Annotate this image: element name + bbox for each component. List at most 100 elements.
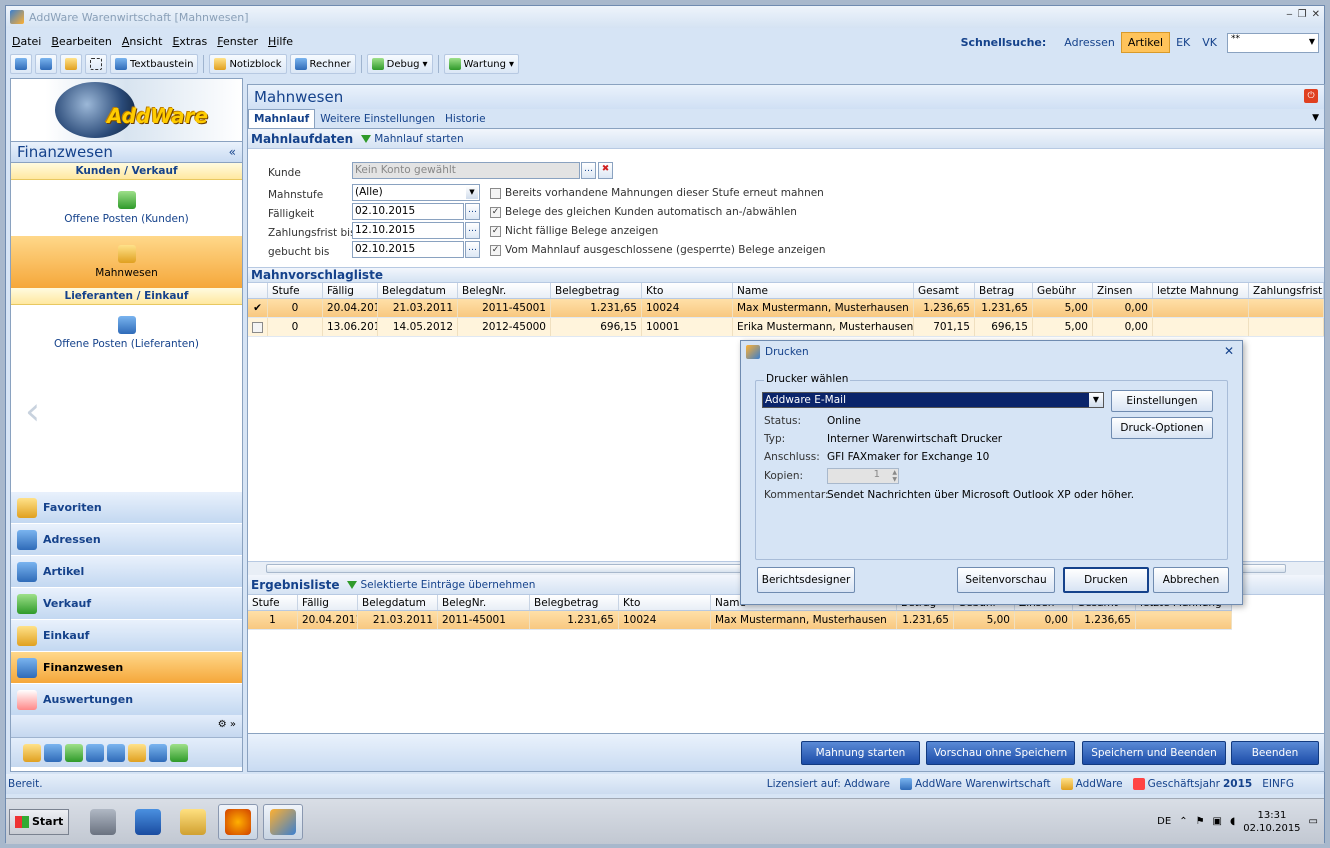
dunning-small-icon[interactable] [23,743,41,762]
minimize-icon[interactable]: ‒ [1286,9,1292,20]
drucken-button[interactable]: Drucken [1063,567,1149,593]
col-gesamt[interactable]: Gesamt [914,283,975,298]
show-desktop-icon[interactable]: ▭ [1309,816,1318,827]
close-icon[interactable]: ✕ [1224,344,1234,358]
quick-ek[interactable]: EK [1170,33,1196,52]
checkbox-box[interactable]: ✓ [490,206,501,218]
sidebar-item-offene-posten-kunden[interactable]: Offene Posten (Kunden) [11,180,242,236]
kopien-spinner[interactable]: 1 ▲ ▼ [827,468,899,484]
selektierte-uebernehmen-button[interactable]: Selektierte Einträge übernehmen [347,579,535,591]
checkbox-box[interactable]: ✓ [490,244,501,256]
abbrechen-button[interactable]: Abbrechen [1153,567,1229,593]
nav-favoriten[interactable]: Favoriten [11,491,242,523]
menu-ansicht[interactable]: Ansicht [122,35,163,48]
col-faellig[interactable]: Fällig [298,595,358,610]
notizblock-button[interactable]: Notizblock [209,54,287,74]
network-icon[interactable]: ▣ [1213,816,1222,827]
col-kto[interactable]: Kto [619,595,711,610]
tray-expand-icon[interactable]: ⌃ [1179,816,1187,827]
taskbar-palm-app[interactable] [218,803,259,840]
beenden-button[interactable]: Beenden [1231,741,1319,765]
checkbox-box[interactable] [252,322,263,333]
col-stufe[interactable]: Stufe [248,595,298,610]
checkbox-nicht-faellige[interactable]: ✓ Nicht fällige Belege anzeigen [490,225,658,237]
textbausteine-button[interactable]: Textbaustein [110,54,199,74]
menu-fenster[interactable]: Fenster [217,35,258,48]
money-small-icon[interactable] [65,743,83,762]
checkbox-box[interactable]: ✓ [490,225,501,237]
row-checkbox[interactable] [248,318,268,336]
date-picker-button[interactable]: … [465,203,480,220]
clock[interactable]: 13:31 02.10.2015 [1243,809,1300,835]
faelligkeit-input[interactable]: 02.10.2015 [352,203,464,220]
printer-select[interactable]: Addware E-Mail ▼ [762,392,1104,408]
export-small-icon[interactable] [170,743,188,762]
quick-artikel[interactable]: Artikel [1120,32,1171,53]
speichern-beenden-button[interactable]: Speichern und Beenden [1082,741,1226,765]
col-gebuehr[interactable]: Gebühr [1033,283,1093,298]
pin-button[interactable] [10,54,32,74]
row-checkbox[interactable]: ✔ [248,299,268,317]
table-row[interactable]: 1 20.04.2011 21.03.2011 2011-45001 1.231… [248,611,1232,630]
vorschau-button[interactable]: Vorschau ohne Speichern [926,741,1075,765]
taskbar-powershell[interactable] [128,804,168,840]
menu-hilfe[interactable]: Hilfe [268,35,293,48]
collapse-icon[interactable]: « [229,145,236,159]
nav-artikel[interactable]: Artikel [11,555,242,587]
col-letzte-mahnung[interactable]: letzte Mahnung [1153,283,1249,298]
col-belegnr[interactable]: BelegNr. [438,595,530,610]
col-stufe[interactable]: Stufe [268,283,323,298]
col-belegdatum[interactable]: Belegdatum [358,595,438,610]
nav-adressen[interactable]: Adressen [11,523,242,555]
language-indicator[interactable]: DE [1157,816,1171,827]
table-row[interactable]: 0 13.06.2012 14.05.2012 2012-45000 696,1… [248,318,1324,337]
col-kto[interactable]: Kto [642,283,733,298]
quick-adressen[interactable]: Adressen [1058,33,1121,52]
select-button[interactable] [85,54,107,74]
rechner-button[interactable]: Rechner [289,54,356,74]
col-belegdatum[interactable]: Belegdatum [378,283,458,298]
druck-optionen-button[interactable]: Druck-Optionen [1111,417,1213,439]
wartung-button[interactable]: Wartung ▾ [443,54,520,74]
tab-mahnlauf[interactable]: Mahnlauf [248,109,316,128]
col-belegnr[interactable]: BelegNr. [458,283,551,298]
zahlungsfrist-input[interactable]: 12.10.2015 [352,222,464,239]
quick-search-input[interactable]: ** ▼ [1227,32,1319,53]
clear-icon[interactable]: ✖ [598,162,613,179]
checkbox-gesperrte[interactable]: ✓ Vom Mahnlauf ausgeschlossene (gesperrte… [490,244,826,256]
sidebar-item-mahnwesen[interactable]: Mahnwesen [11,236,242,288]
sidebar-item-offene-posten-lieferanten[interactable]: Offene Posten (Lieferanten) [11,305,242,361]
mahnstufe-select[interactable]: (Alle) ▼ [352,184,480,201]
menu-extras[interactable]: Extras [172,35,207,48]
checkbox-box[interactable] [490,187,501,199]
menu-datei[interactable]: Datei [12,35,41,48]
col-betrag[interactable]: Betrag [975,283,1033,298]
tab-historie[interactable]: Historie [440,110,491,128]
start-button[interactable]: Start [9,808,70,835]
quick-vk[interactable]: VK [1196,33,1223,52]
menu-bearbeiten[interactable]: Bearbeiten [51,35,111,48]
col-belegbetrag[interactable]: Belegbetrag [551,283,642,298]
checkbox-erneut-mahnen[interactable]: Bereits vorhandene Mahnungen dieser Stuf… [490,187,824,199]
berichtsdesigner-button[interactable]: Berichtsdesigner [757,567,855,593]
date-picker-button[interactable]: … [465,241,480,258]
nav-einkauf[interactable]: Einkauf [11,619,242,651]
nav-finanzwesen[interactable]: Finanzwesen [11,651,242,683]
copy-button[interactable] [35,54,57,74]
chevron-down-icon[interactable]: ▼ [1089,393,1103,407]
mahnlauf-starten-button[interactable]: Mahnlauf starten [361,133,464,145]
taskbar-explorer[interactable] [173,804,213,840]
chevron-down-icon[interactable]: ▼ [1312,113,1319,123]
nav-verkauf[interactable]: Verkauf [11,587,242,619]
close-icon[interactable]: ✕ [1312,9,1320,20]
date-picker-button[interactable]: … [465,222,480,239]
volume-icon[interactable]: ◖ [1230,816,1235,827]
col-name[interactable]: Name [733,283,914,298]
paste-button[interactable] [60,54,82,74]
mahnung-starten-button[interactable]: Mahnung starten [801,741,920,765]
search-small-icon[interactable] [86,743,104,762]
restore-icon[interactable]: ❐ [1298,9,1307,20]
search2-small-icon[interactable] [107,743,125,762]
kunde-input[interactable]: Kein Konto gewählt [352,162,580,179]
einstellungen-button[interactable]: Einstellungen [1111,390,1213,412]
